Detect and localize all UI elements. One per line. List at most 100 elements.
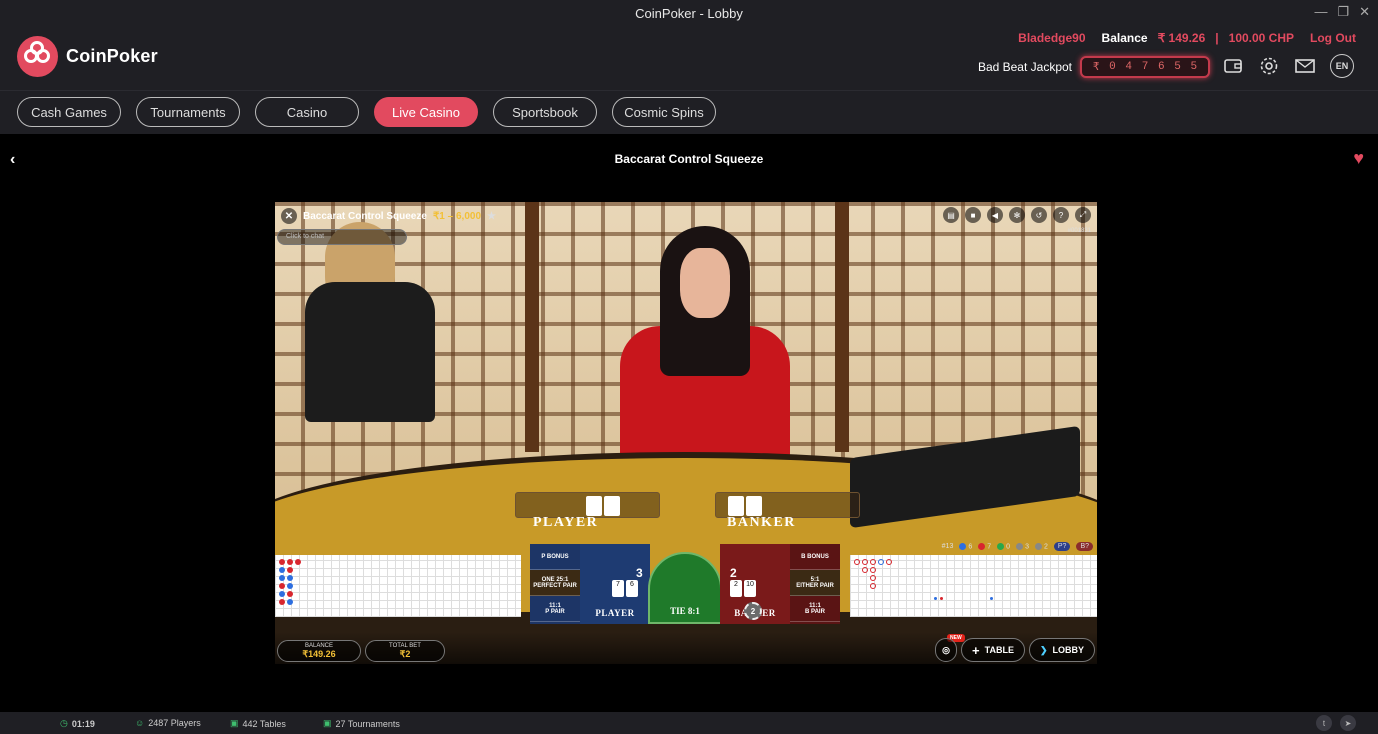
stream-title: Baccarat Control Squeeze [303,210,427,222]
round-count: #13 [941,543,954,550]
b-bonus-bet[interactable]: B BONUS [790,544,840,570]
username[interactable]: Bladedge90 [1018,31,1085,45]
wallet-icon[interactable] [1222,55,1244,77]
balance-chp: 100.00 CHP [1228,31,1295,45]
banker-wins: 7 [987,543,992,551]
logout-link[interactable]: Log Out [1310,31,1356,45]
game-id: #001831 [1067,228,1091,234]
settings-icon[interactable]: ✻ [1009,207,1025,223]
player-card: 6 [626,580,638,597]
clock-icon: ◷ [60,718,68,728]
perfect-pair-bet[interactable]: ONE 25:1 PERFECT PAIR [530,570,580,596]
jackpot-digit: 7 [1141,61,1149,73]
header-icons: EN [1222,54,1354,78]
either-pair-label: EITHER PAIR [796,582,834,589]
telegram-icon[interactable]: ➤ [1340,715,1356,731]
banker-pair-icon [1034,542,1042,550]
nav-tournaments[interactable]: Tournaments [136,97,240,127]
mail-icon[interactable] [1294,55,1316,77]
player-pair-count: 3 [1025,543,1029,551]
chat-icon[interactable]: ▤ [943,207,959,223]
nav-sportsbook[interactable]: Sportsbook [493,97,597,127]
chip-stack-icon[interactable]: ◎ [935,638,957,662]
maximize-icon[interactable]: ❐ [1337,4,1349,20]
favorite-heart-icon[interactable]: ♥ [1353,148,1364,169]
p-pair-bet[interactable]: 11:1 P PAIR [530,596,580,622]
window-titlebar: CoinPoker - Lobby — ❐ ✕ [0,0,1378,26]
jackpot-digit: 4 [1125,61,1133,73]
stream-controls: ▤ ■ ◀ ✻ ↺ ? ⤢ [943,207,1091,223]
b-pair-bet[interactable]: 11:1 B PAIR [790,596,840,622]
tables-label: 442 Tables [242,718,286,729]
nav-cash-games[interactable]: Cash Games [17,97,121,127]
nav-casino[interactable]: Casino [255,97,359,127]
lobby-label: LOBBY [1052,645,1085,655]
brand-logo[interactable]: CoinPoker [17,36,158,77]
jackpot-digit: 0 [1109,61,1116,73]
banker-pair-count: 2 [1043,543,1048,551]
balance-separator: | [1215,31,1219,45]
lobby-button[interactable]: ❯ LOBBY [1029,638,1095,662]
lattice-pillar [525,202,539,452]
add-table-button[interactable]: + TABLE [961,638,1025,662]
sound-icon[interactable]: ◀ [987,207,1003,223]
history-icon[interactable]: ↺ [1031,207,1047,223]
dealer-image [580,226,830,486]
p-bonus-bet[interactable]: P BONUS [530,544,580,570]
close-icon[interactable]: ✕ [1359,4,1370,20]
total-bet-value: ₹2 [399,649,411,659]
jackpot-digit: 5 [1190,61,1198,73]
language-selector[interactable]: EN [1330,54,1354,78]
banker-card: 2 [730,580,742,597]
bad-beat-jackpot: Bad Beat Jackpot ₹ 0 4 7 6 5 5 [978,56,1210,78]
jackpot-digit: ₹ [1092,62,1100,74]
b-pair-label: B PAIR [805,608,825,615]
game-title: Baccarat Control Squeeze [614,152,764,166]
add-table-label: TABLE [984,645,1014,655]
banker-dot-icon [978,542,986,550]
nav-cosmic-spins[interactable]: Cosmic Spins [612,97,716,127]
players-label: 2487 Players [148,718,201,728]
help-icon[interactable]: ? [1053,207,1069,223]
tie-dot-icon [997,542,1005,550]
close-icon[interactable]: ✕ [281,208,297,224]
placed-chip: 2 [744,602,762,620]
jackpot-digit: 5 [1174,61,1181,73]
social-links: t ➤ [1316,715,1356,731]
window-controls: — ❐ ✕ [1314,4,1370,20]
clock: ◷ 01:19 [60,718,95,729]
tournaments-icon: ▣ [323,718,332,728]
jackpot-label: Bad Beat Jackpot [977,60,1072,74]
live-stream[interactable]: PLAYER BANKER ✕ Baccarat Control Squeeze… [275,202,1097,664]
banker-predict[interactable]: B? [1076,542,1093,551]
bead-road[interactable] [275,555,521,617]
either-pair-bet[interactable]: 5:1 EITHER PAIR [790,570,840,596]
player-bet-label: PLAYER [595,608,635,618]
nav-live-casino[interactable]: Live Casino [374,97,478,127]
player-dot-icon [959,542,967,550]
lobby-arrow-icon: ❯ [1039,644,1048,655]
fullscreen-icon[interactable]: ⤢ [1075,207,1091,223]
player-side-bets: P BONUS ONE 25:1 PERFECT PAIR 11:1 P PAI… [530,544,580,624]
betting-grid: P BONUS ONE 25:1 PERFECT PAIR 11:1 P PAI… [530,544,840,624]
big-road[interactable] [850,555,1097,617]
gear-icon[interactable] [1258,55,1280,77]
assistant-dealer-image [285,222,455,462]
twitter-icon[interactable]: t [1316,715,1332,731]
banker-side-bets: B BONUS 5:1 EITHER PAIR 11:1 B PAIR [790,544,840,624]
minimize-icon[interactable]: — [1314,4,1327,20]
stream-bottom-bar: BALANCE ₹149.26 TOTAL BET ₹2 NEW ◎ + TAB… [275,632,1097,664]
players-count: ☺ 2487 Players [135,718,201,728]
bet-limits: ₹1 – 6,000 [432,210,482,222]
player-predict[interactable]: P? [1053,542,1071,551]
window-title: CoinPoker - Lobby [635,5,743,21]
tournaments-count: ▣ 27 Tournaments [323,718,400,729]
video-icon[interactable]: ■ [965,207,981,223]
banker-score: 2 [730,566,737,580]
star-icon[interactable]: ★ [487,211,496,222]
balance-pill: BALANCE ₹149.26 [277,640,361,662]
tie-bet[interactable]: TIE 8:1 [648,552,722,624]
chat-input[interactable]: Click to chat [277,229,407,245]
tie-bet-label: TIE 8:1 [670,606,700,616]
player-bet[interactable]: 3 7 6 PLAYER [580,544,650,624]
